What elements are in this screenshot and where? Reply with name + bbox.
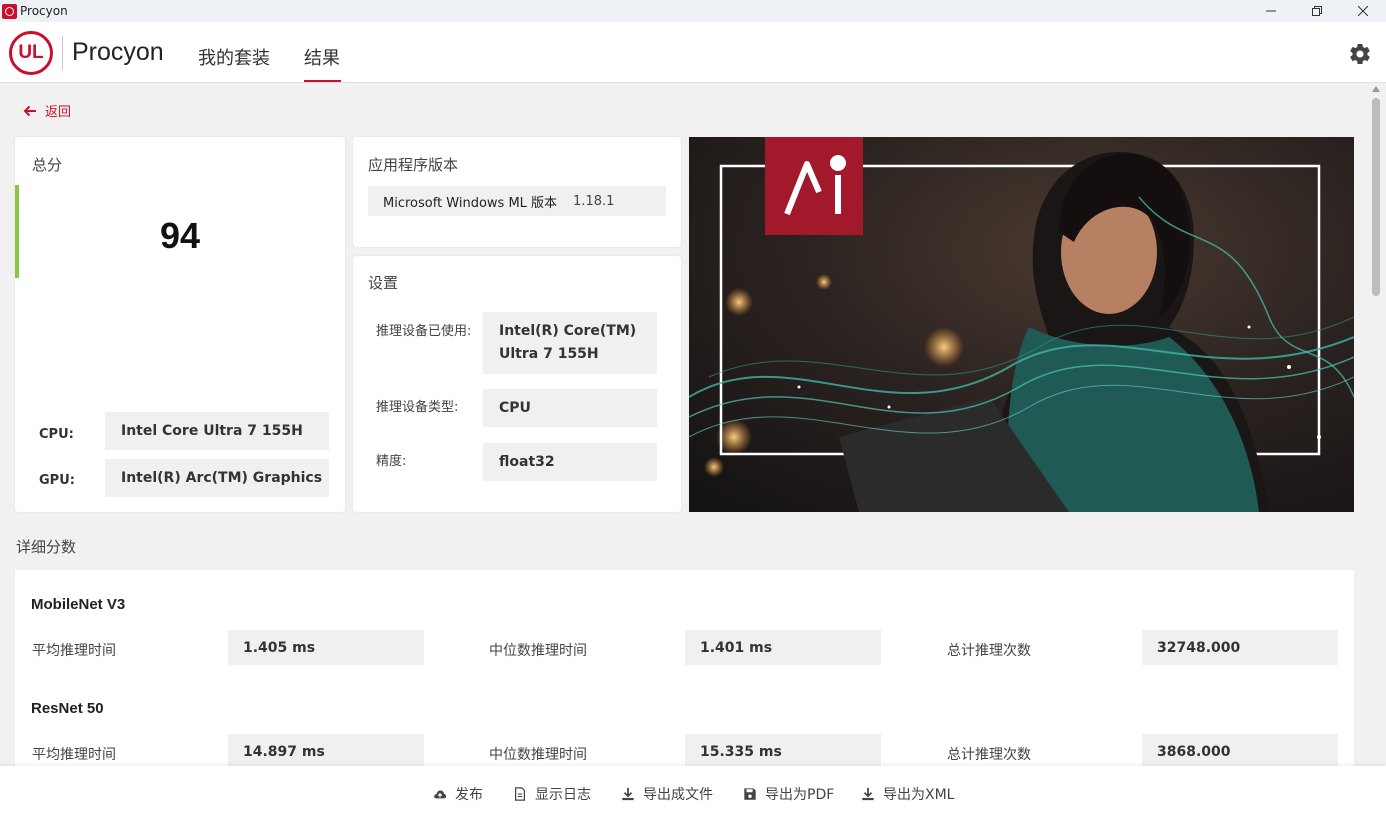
inference-device-value: Intel(R) Core(TM) Ultra 7 155H bbox=[483, 312, 657, 374]
total-inferences-value: 32748.000 bbox=[1142, 630, 1338, 665]
close-icon bbox=[1358, 6, 1368, 16]
gpu-label: GPU: bbox=[39, 473, 75, 488]
restore-icon bbox=[1312, 6, 1322, 16]
cpu-value: Intel Core Ultra 7 155H bbox=[105, 412, 329, 450]
save-icon bbox=[744, 788, 756, 800]
logo-divider bbox=[62, 36, 63, 70]
export-xml-label: 导出为XML bbox=[883, 787, 955, 803]
app-icon bbox=[2, 3, 17, 19]
ul-logo: UL bbox=[9, 31, 53, 75]
app-version-title: 应用程序版本 bbox=[368, 156, 459, 174]
download-icon bbox=[622, 787, 634, 801]
avg-time-value: 14.897 ms bbox=[228, 734, 424, 766]
export-file-label: 导出成文件 bbox=[643, 787, 713, 803]
restore-button[interactable] bbox=[1294, 0, 1340, 22]
total-score-title: 总分 bbox=[32, 156, 63, 174]
arrow-left-icon bbox=[23, 105, 36, 116]
app-version-card: 应用程序版本 Microsoft Windows ML 版本 1.18.1 bbox=[353, 137, 681, 247]
settings-title: 设置 bbox=[368, 274, 399, 292]
download-icon bbox=[862, 787, 874, 801]
minimize-button[interactable] bbox=[1248, 0, 1294, 22]
cloud-upload-icon bbox=[434, 790, 447, 799]
total-score-card: 总分 94 CPU: Intel Core Ultra 7 155H GPU: … bbox=[15, 137, 345, 512]
inference-type-label: 推理设备类型: bbox=[376, 400, 459, 415]
details-card: MobileNet V3 平均推理时间 1.405 ms 中位数推理时间 1.4… bbox=[15, 570, 1354, 766]
close-button[interactable] bbox=[1340, 0, 1386, 22]
benchmark-name: MobileNet V3 bbox=[31, 596, 126, 613]
back-link[interactable]: 返回 bbox=[23, 101, 71, 120]
export-pdf-button[interactable]: 导出为PDF bbox=[743, 784, 834, 804]
minimize-icon bbox=[1266, 10, 1276, 12]
document-icon bbox=[515, 787, 525, 801]
total-inferences-value: 3868.000 bbox=[1142, 734, 1338, 766]
publish-button[interactable]: 发布 bbox=[433, 784, 483, 804]
show-log-label: 显示日志 bbox=[535, 787, 591, 803]
window-title: Procyon bbox=[20, 4, 68, 18]
settings-card: 设置 推理设备已使用: Intel(R) Core(TM) Ultra 7 15… bbox=[353, 256, 681, 512]
scroll-thumb[interactable] bbox=[1372, 98, 1380, 296]
benchmark-name: ResNet 50 bbox=[31, 700, 104, 717]
median-time-value: 15.335 ms bbox=[685, 734, 881, 766]
export-file-button[interactable]: 导出成文件 bbox=[621, 784, 713, 804]
version-name: Microsoft Windows ML 版本 bbox=[383, 195, 558, 211]
back-label: 返回 bbox=[45, 105, 72, 120]
window-titlebar: Procyon bbox=[0, 0, 1386, 22]
total-inferences-label: 总计推理次数 bbox=[947, 747, 1031, 763]
precision-value: float32 bbox=[483, 443, 657, 481]
total-inferences-label: 总计推理次数 bbox=[947, 643, 1031, 659]
median-time-label: 中位数推理时间 bbox=[489, 747, 587, 763]
tab-my-suites[interactable]: 我的套装 bbox=[198, 44, 270, 70]
active-tab-indicator bbox=[304, 80, 341, 82]
median-time-value: 1.401 ms bbox=[685, 630, 881, 665]
version-row: Microsoft Windows ML 版本 1.18.1 bbox=[368, 186, 666, 216]
scroll-up-arrow[interactable] bbox=[1372, 86, 1380, 92]
gpu-value: Intel(R) Arc(TM) Graphics bbox=[105, 459, 329, 497]
app-header: UL Procyon 我的套装 结果 bbox=[0, 22, 1386, 83]
avg-time-value: 1.405 ms bbox=[228, 630, 424, 665]
brand-name: Procyon bbox=[72, 38, 164, 66]
total-score-value: 94 bbox=[159, 215, 201, 256]
window-controls bbox=[1248, 0, 1386, 22]
inference-device-label: 推理设备已使用: bbox=[376, 324, 472, 339]
median-time-label: 中位数推理时间 bbox=[489, 643, 587, 659]
hero-image bbox=[689, 137, 1354, 512]
export-xml-button[interactable]: 导出为XML bbox=[861, 784, 954, 804]
inference-type-value: CPU bbox=[483, 389, 657, 427]
hero-illustration bbox=[689, 137, 1354, 512]
show-log-button[interactable]: 显示日志 bbox=[513, 784, 591, 804]
cpu-label: CPU: bbox=[39, 427, 74, 442]
footer-toolbar: 发布 显示日志 导出成文件 导出为PDF 导出为XML bbox=[0, 766, 1386, 820]
tab-results[interactable]: 结果 bbox=[304, 44, 340, 70]
publish-label: 发布 bbox=[455, 787, 483, 803]
version-number: 1.18.1 bbox=[573, 193, 615, 209]
details-title: 详细分数 bbox=[16, 538, 77, 556]
precision-label: 精度: bbox=[376, 454, 407, 469]
gear-icon[interactable] bbox=[1348, 42, 1372, 66]
avg-time-label: 平均推理时间 bbox=[32, 643, 116, 659]
vertical-scrollbar[interactable] bbox=[1370, 86, 1382, 766]
avg-time-label: 平均推理时间 bbox=[32, 747, 116, 763]
export-pdf-label: 导出为PDF bbox=[765, 787, 835, 803]
